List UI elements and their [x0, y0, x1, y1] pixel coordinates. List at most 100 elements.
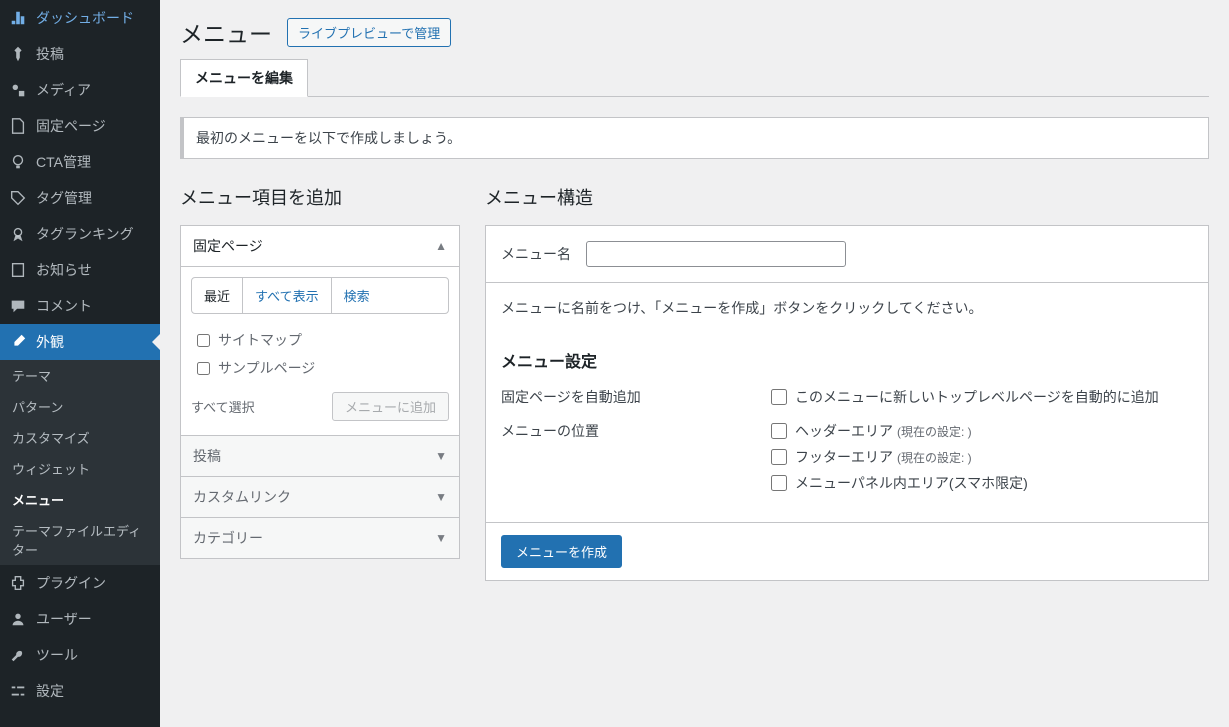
sidebar-item-label: 外観: [36, 332, 64, 352]
subtab-search[interactable]: 検索: [332, 278, 382, 313]
bulb-icon: [8, 152, 28, 172]
panel-label: 固定ページ: [193, 236, 263, 256]
panel-categories-head[interactable]: カテゴリー ▼: [181, 518, 459, 558]
panel-footer: すべて選択 メニューに追加: [191, 382, 449, 425]
caret-down-icon: ▼: [435, 449, 447, 463]
sitemap-checkbox[interactable]: [197, 334, 210, 347]
pin-icon: [8, 44, 28, 64]
submenu-widgets[interactable]: ウィジェット: [0, 453, 160, 484]
main-content: メニュー ライブプレビューで管理 メニューを編集 最初のメニューを以下で作成しま…: [160, 0, 1229, 601]
award-icon: [8, 224, 28, 244]
panel-pages-head[interactable]: 固定ページ ▲: [181, 226, 459, 267]
sidebar-item-appearance[interactable]: 外観: [0, 324, 160, 360]
settings-icon: [8, 681, 28, 701]
auto-add-label: 固定ページを自動追加: [501, 387, 771, 413]
sidebar-item-notices[interactable]: お知らせ: [0, 252, 160, 288]
footer-checkbox[interactable]: [771, 449, 787, 465]
add-items-column: メニュー項目を追加 固定ページ ▲ 最近 すべて表示 検索 サイトマップ サンプ…: [180, 184, 460, 559]
dashboard-icon: [8, 8, 28, 28]
columns: メニュー項目を追加 固定ページ ▲ 最近 すべて表示 検索 サイトマップ サンプ…: [180, 184, 1209, 581]
comment-icon: [8, 296, 28, 316]
sidebar-item-settings[interactable]: 設定: [0, 673, 160, 709]
sidebar-item-label: コメント: [36, 296, 92, 316]
panel-custom-head[interactable]: カスタムリンク ▼: [181, 477, 459, 518]
menu-settings-title: メニュー設定: [501, 348, 1193, 372]
sidebar-item-pages[interactable]: 固定ページ: [0, 108, 160, 144]
plugin-icon: [8, 573, 28, 593]
subtab-recent[interactable]: 最近: [192, 278, 243, 313]
sidebar-item-label: ダッシュボード: [36, 8, 134, 28]
live-preview-button[interactable]: ライブプレビューで管理: [287, 18, 451, 47]
auto-add-checkbox[interactable]: [771, 389, 787, 405]
sidebar-item-label: CTA管理: [36, 152, 91, 172]
page-title: メニュー: [180, 15, 272, 49]
tab-edit-menu[interactable]: メニューを編集: [180, 59, 308, 97]
add-to-menu-button[interactable]: メニューに追加: [332, 392, 449, 421]
submenu-customize[interactable]: カスタマイズ: [0, 422, 160, 453]
submenu-menus[interactable]: メニュー: [0, 484, 160, 515]
pages-subtabs: 最近 すべて表示 検索: [191, 277, 449, 314]
panel-posts-head[interactable]: 投稿 ▼: [181, 436, 459, 477]
structure-footer: メニューを作成: [486, 522, 1208, 580]
sidebar-item-label: ユーザー: [36, 609, 92, 629]
sidebar-item-label: ツール: [36, 645, 78, 665]
structure-column: メニュー構造 メニュー名 メニューに名前をつけ、「メニューを作成」ボタンをクリッ…: [485, 184, 1209, 581]
panel-label: カスタムリンク: [193, 487, 291, 507]
sidebar-item-label: 固定ページ: [36, 116, 106, 136]
auto-add-row: 固定ページを自動追加 このメニューに新しいトップレベルページを自動的に追加: [501, 387, 1193, 413]
sidebar-item-label: タグ管理: [36, 188, 92, 208]
brush-icon: [8, 332, 28, 352]
select-all-link[interactable]: すべて選択: [191, 397, 255, 416]
sidebar-item-dashboard[interactable]: ダッシュボード: [0, 0, 160, 36]
sidebar-item-tag-ranking[interactable]: タグランキング: [0, 216, 160, 252]
caret-down-icon: ▼: [435, 531, 447, 545]
create-menu-notice: 最初のメニューを以下で作成しましょう。: [180, 117, 1209, 159]
tool-icon: [8, 645, 28, 665]
auto-add-option[interactable]: このメニューに新しいトップレベルページを自動的に追加: [771, 387, 1159, 407]
submenu-themes[interactable]: テーマ: [0, 360, 160, 391]
sidebar-item-plugins[interactable]: プラグイン: [0, 565, 160, 601]
caret-up-icon: ▲: [435, 239, 447, 253]
page-header: メニュー ライブプレビューで管理: [180, 0, 1209, 59]
subtab-all[interactable]: すべて表示: [243, 278, 332, 313]
items-accordion: 固定ページ ▲ 最近 すべて表示 検索 サイトマップ サンプルページ すべて選択: [180, 225, 460, 559]
page-icon: [8, 116, 28, 136]
sidebar-item-tags[interactable]: タグ管理: [0, 180, 160, 216]
panel-label: カテゴリー: [193, 528, 263, 548]
header-checkbox[interactable]: [771, 423, 787, 439]
submenu-patterns[interactable]: パターン: [0, 391, 160, 422]
sidebar-item-label: メディア: [36, 80, 91, 100]
check-sitemap[interactable]: サイトマップ: [191, 326, 449, 354]
sidebar-item-label: 投稿: [36, 44, 64, 64]
panel-label: 投稿: [193, 446, 221, 466]
panel-pages-body: 最近 すべて表示 検索 サイトマップ サンプルページ すべて選択 メニューに追加: [181, 267, 459, 436]
sidebar-item-users[interactable]: ユーザー: [0, 601, 160, 637]
sample-checkbox[interactable]: [197, 362, 210, 375]
sidebar-item-cta[interactable]: CTA管理: [0, 144, 160, 180]
media-icon: [8, 80, 28, 100]
sidebar-item-posts[interactable]: 投稿: [0, 36, 160, 72]
mobile-checkbox[interactable]: [771, 475, 787, 491]
tabs: メニューを編集: [180, 59, 1209, 97]
check-sample[interactable]: サンプルページ: [191, 354, 449, 382]
sidebar-item-label: タグランキング: [36, 224, 134, 244]
sidebar-item-label: 設定: [36, 681, 64, 701]
caret-down-icon: ▼: [435, 490, 447, 504]
location-header[interactable]: ヘッダーエリア(現在の設定: ): [771, 421, 1028, 441]
menu-name-input[interactable]: [586, 241, 846, 267]
submenu-theme-editor[interactable]: テーマファイルエディター: [0, 515, 160, 565]
tag-icon: [8, 188, 28, 208]
structure-header: メニュー名: [486, 226, 1208, 283]
create-menu-button[interactable]: メニューを作成: [501, 535, 622, 568]
sidebar-item-comments[interactable]: コメント: [0, 288, 160, 324]
location-row: メニューの位置 ヘッダーエリア(現在の設定: ) フッターエリア(現在の設定: …: [501, 421, 1193, 499]
admin-sidebar: ダッシュボード 投稿 メディア 固定ページ CTA管理 タグ管理 タグランキング…: [0, 0, 160, 727]
menu-name-label: メニュー名: [501, 244, 571, 264]
sidebar-item-media[interactable]: メディア: [0, 72, 160, 108]
location-mobile[interactable]: メニューパネル内エリア(スマホ限定): [771, 473, 1028, 493]
structure-title: メニュー構造: [485, 184, 1209, 210]
location-label: メニューの位置: [501, 421, 771, 499]
create-instruction: メニューに名前をつけ、「メニューを作成」ボタンをクリックしてください。: [501, 298, 1193, 318]
location-footer[interactable]: フッターエリア(現在の設定: ): [771, 447, 1028, 467]
sidebar-item-tools[interactable]: ツール: [0, 637, 160, 673]
